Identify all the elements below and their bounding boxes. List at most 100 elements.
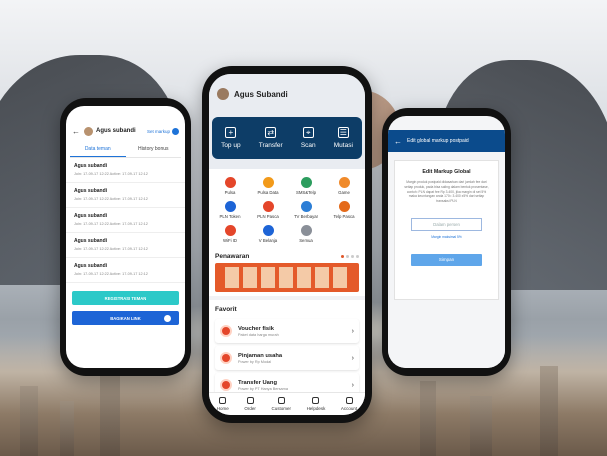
scan-icon: ⌖ [302, 127, 314, 138]
favorite-subtitle: Power by Rp Modal [238, 359, 272, 364]
voucher-icon [220, 325, 232, 337]
set-markup-link[interactable]: Set markup [147, 129, 170, 134]
right-screen: ← Edit global markup postpaid Edit Marku… [388, 116, 505, 368]
left-phone: ← Agus subandi Set markup Data teman His… [60, 98, 191, 376]
header-title: Edit global markup postpaid [407, 138, 469, 144]
card-title: Edit Markup Global [422, 169, 471, 175]
nav-order[interactable]: Order [244, 397, 256, 411]
nav-account[interactable]: Account [341, 397, 357, 411]
tab-data-teman[interactable]: Data teman [70, 142, 126, 157]
list-item[interactable]: Agus subandi Join: 17-09-17 12:22 Active… [66, 208, 185, 233]
loan-icon [220, 352, 232, 364]
service-icon [338, 201, 350, 212]
service-icon [300, 177, 312, 188]
promo-banner[interactable] [215, 263, 359, 292]
service-item[interactable]: PLN Pasca [249, 201, 287, 219]
favorite-item[interactable]: Voucher fisik Paket data harga murah › [215, 319, 359, 343]
avatar [84, 126, 93, 136]
friend-name: Agus subandi [74, 163, 108, 169]
service-item[interactable]: Pulsa [211, 177, 249, 195]
friend-meta: Join: 17-09-17 12:22 Active: 17-09-17 12… [74, 222, 148, 226]
transfer-icon: ⇄ [265, 127, 277, 138]
customer-icon [277, 397, 285, 404]
home-icon [219, 397, 227, 404]
service-item[interactable]: WiFi ID [211, 225, 249, 243]
scan-button[interactable]: ⌖ Scan [301, 127, 316, 149]
nav-customer[interactable]: Customer [271, 397, 291, 411]
share-link-label: BAGIKAN LINK [110, 315, 141, 321]
service-icon [262, 201, 274, 212]
mutasi-button[interactable]: ☰ Mutasi [334, 127, 353, 149]
markup-card: Edit Markup Global Margin produk postpai… [394, 160, 499, 300]
carousel-dots [341, 255, 359, 258]
nav-helpdesk[interactable]: Helpdesk [307, 397, 325, 411]
list-item[interactable]: Agus subandi Join: 17-09-17 12:22 Active… [66, 183, 185, 208]
nav-home[interactable]: Home [217, 397, 229, 411]
profile: Agus Subandi [217, 88, 357, 100]
promo-header: Penawaran [209, 247, 365, 263]
service-label: SMS&Telp [295, 190, 317, 195]
friend-name: Agus subandi [74, 188, 108, 194]
friend-meta: Join: 17-09-17 12:22 Active: 17-09-17 12… [74, 247, 148, 251]
service-label: WiFi ID [222, 238, 238, 243]
service-label: V Belanja [258, 238, 278, 243]
service-item[interactable]: Semua [287, 225, 325, 243]
friend-meta: Join: 17-09-17 12:22 Active: 17-09-17 12… [74, 197, 148, 201]
right-phone: ← Edit global markup postpaid Edit Marku… [382, 108, 511, 376]
scan-label: Scan [300, 142, 316, 149]
transfer-button[interactable]: ⇄ Transfer [259, 127, 283, 149]
order-icon [246, 397, 254, 404]
friend-name: Agus subandi [74, 238, 108, 244]
favorite-title: Pinjaman usaha [238, 352, 283, 359]
save-button[interactable]: Simpan [411, 253, 482, 266]
service-label: TV Berbayar [293, 214, 319, 219]
topup-button[interactable]: + Top up [221, 127, 241, 149]
list-item[interactable]: Agus subandi Join: 17-09-17 12:22 Active… [66, 233, 185, 258]
service-item[interactable]: V Belanja [249, 225, 287, 243]
back-arrow-icon[interactable]: ← [72, 127, 80, 136]
service-label: PLN Pasca [257, 214, 279, 219]
topup-label: Top up [221, 142, 241, 149]
percent-input[interactable]: Dalam persen [411, 217, 482, 231]
plus-icon: + [225, 127, 237, 138]
card-description: Margin produk postpaid didasarkan dari j… [404, 180, 489, 204]
service-icon [262, 177, 274, 188]
service-icon [338, 177, 350, 188]
transfer-money-icon [220, 379, 232, 391]
favorites-section: Favorit Voucher fisik Paket data harga mu… [209, 300, 365, 404]
helpdesk-icon [312, 397, 320, 404]
service-label: Game [338, 190, 350, 195]
friend-name: Agus subandi [74, 213, 108, 219]
share-link-button[interactable]: BAGIKAN LINK [72, 311, 179, 325]
service-item[interactable]: TV Berbayar [287, 201, 325, 219]
friend-meta: Join: 17-09-17 12:22 Active: 17-09-17 12… [74, 272, 148, 276]
list-item[interactable]: Agus subandi Join: 17-09-17 12:22 Active… [66, 258, 185, 283]
service-icon [224, 225, 236, 236]
nav-label: Home [216, 406, 229, 411]
nav-label: Account [340, 406, 358, 411]
favorite-item[interactable]: Pinjaman usaha Power by Rp Modal › [215, 346, 359, 370]
right-header: ← Edit global markup postpaid [388, 130, 505, 152]
promo-wrap [209, 263, 365, 296]
gear-icon[interactable] [172, 127, 179, 135]
left-screen: ← Agus subandi Set markup Data teman His… [66, 106, 185, 368]
friend-meta: Join: 17-09-17 12:22 Active: 17-09-17 12… [74, 172, 148, 176]
mutasi-icon: ☰ [337, 127, 349, 138]
service-item[interactable]: Telp Pasca [325, 201, 363, 219]
service-label: Pulsa Data [257, 190, 279, 195]
avatar [217, 88, 229, 100]
list-item[interactable]: Agus subandi Join: 17-09-17 12:22 Active… [66, 158, 185, 183]
service-item[interactable]: Game [325, 177, 363, 195]
favorites-title: Favorit [209, 300, 365, 316]
back-arrow-icon[interactable]: ← [394, 137, 402, 146]
register-friend-button[interactable]: REGISTRASI TEMAN [72, 291, 179, 305]
service-item[interactable]: PLN Token [211, 201, 249, 219]
center-phone: Agus Subandi + Top up ⇄ Transfer ⌖ Scan ☰ Mu… [202, 66, 372, 423]
service-item[interactable]: Pulsa Data [249, 177, 287, 195]
tab-history-bonus[interactable]: History bonus [126, 142, 182, 157]
service-item[interactable]: SMS&Telp [287, 177, 325, 195]
favorite-subtitle: Power by PT Hanya Bersama [238, 386, 288, 391]
mutasi-label: Mutasi [333, 142, 353, 149]
service-icon [262, 225, 274, 236]
transfer-label: Transfer [258, 142, 283, 149]
